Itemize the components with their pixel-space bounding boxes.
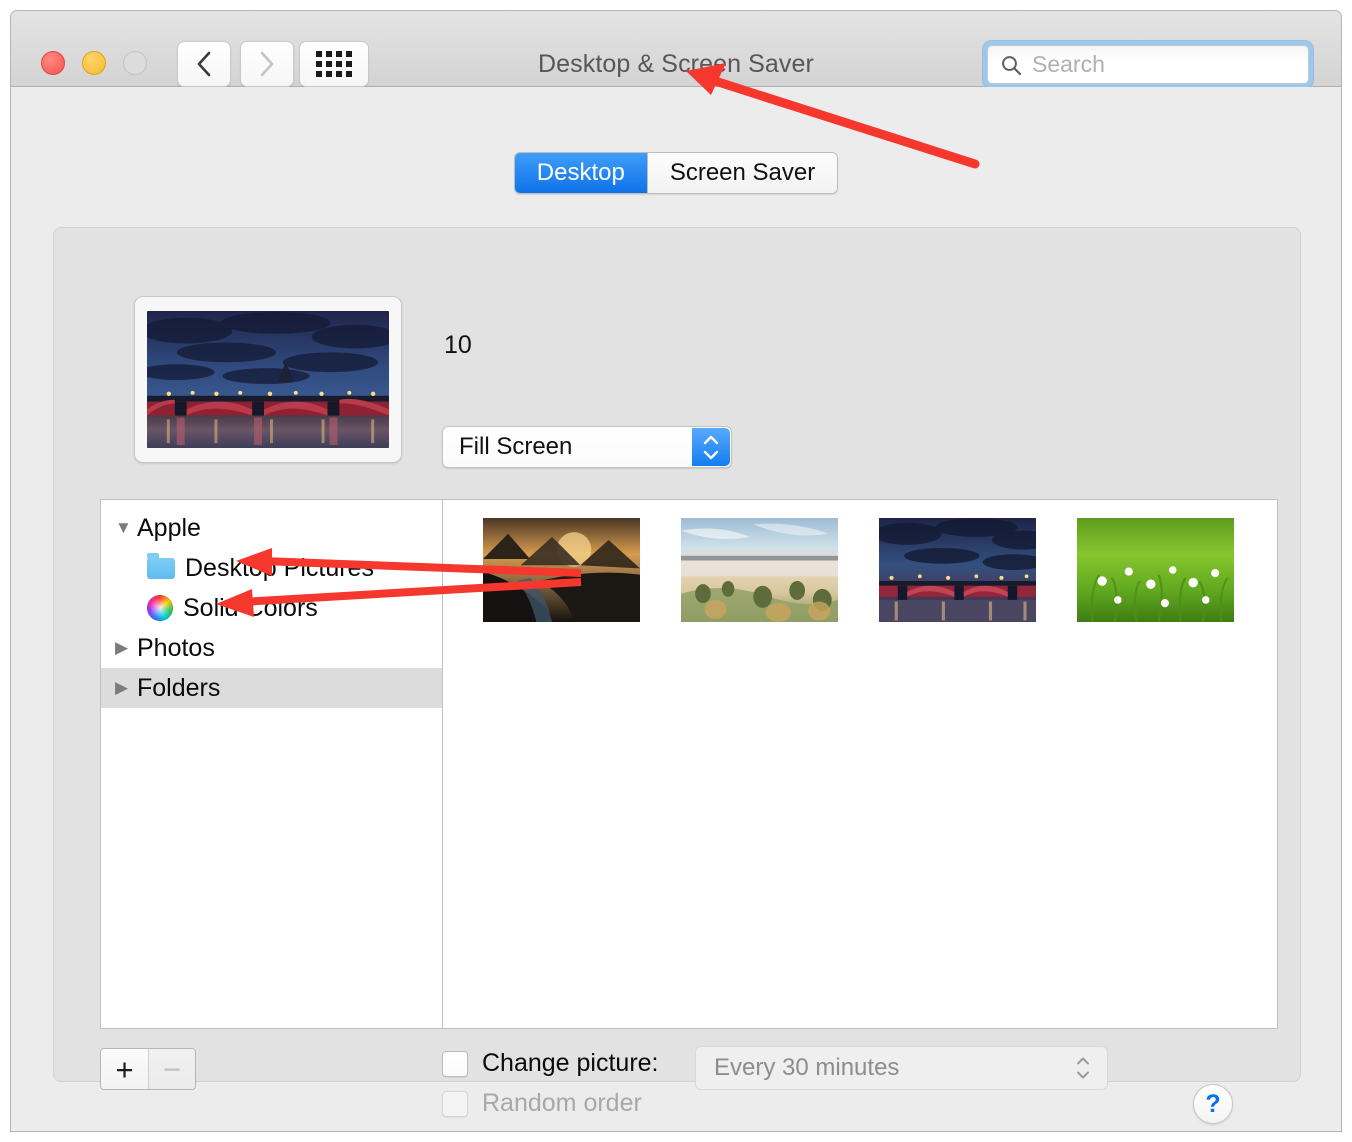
preferences-panel: 10 Fill Screen ▼ Apple Desktop Pictures …: [53, 227, 1301, 1117]
thumbnail-item[interactable]: [681, 518, 838, 622]
source-sidebar: ▼ Apple Desktop Pictures Solid Colors ▶ …: [101, 500, 443, 1028]
picture-browser: ▼ Apple Desktop Pictures Solid Colors ▶ …: [100, 499, 1278, 1029]
sidebar-item-label: Photos: [137, 633, 215, 662]
tab-desktop[interactable]: Desktop: [514, 153, 647, 193]
help-button[interactable]: ?: [1193, 1084, 1233, 1124]
system-preferences-window: Desktop & Screen Saver Search Desktop Sc…: [10, 10, 1342, 1132]
change-interval-value: Every 30 minutes: [714, 1054, 900, 1081]
stepper-up-down-icon: [1075, 1057, 1091, 1080]
misty-lake-landscape: [681, 518, 838, 622]
disclosure-triangle-expanded-icon[interactable]: ▼: [115, 518, 137, 538]
disclosure-triangle-collapsed-icon[interactable]: ▶: [115, 638, 137, 658]
remove-folder-button: −: [148, 1049, 195, 1089]
sidebar-item-desktop-pictures[interactable]: Desktop Pictures: [101, 548, 442, 588]
random-order-row: Random order: [442, 1089, 642, 1118]
night-bridge-photo: [147, 311, 389, 448]
sidebar-item-apple[interactable]: ▼ Apple: [101, 508, 442, 548]
change-interval-popup: Every 30 minutes: [695, 1046, 1108, 1090]
tab-bar: Desktop Screen Saver: [11, 152, 1341, 194]
thumbnail-item[interactable]: [483, 518, 640, 622]
tab-screen-saver[interactable]: Screen Saver: [646, 153, 838, 193]
scaling-popup-value: Fill Screen: [459, 433, 573, 460]
green-grass-flowers: [1077, 518, 1234, 622]
folder-icon: [147, 552, 175, 579]
sidebar-item-label: Folders: [137, 673, 221, 702]
search-field-wrapper[interactable]: Search: [983, 41, 1313, 88]
segmented-control: Desktop Screen Saver: [513, 152, 839, 194]
random-order-checkbox: [442, 1090, 468, 1117]
thumbnail-item[interactable]: [1077, 518, 1234, 622]
sidebar-item-folders[interactable]: ▶ Folders: [101, 668, 442, 708]
desktop-preview: [134, 296, 402, 463]
add-remove-folder-buttons: + −: [100, 1048, 196, 1090]
mountain-river-sunset: [483, 518, 640, 622]
thumbnail-grid: [443, 500, 1277, 1028]
sidebar-item-photos[interactable]: ▶ Photos: [101, 628, 442, 668]
change-picture-label: Change picture:: [482, 1049, 659, 1077]
search-placeholder: Search: [1032, 51, 1105, 77]
scaling-popup-button[interactable]: Fill Screen: [442, 426, 732, 468]
sidebar-item-label: Solid Colors: [183, 593, 318, 622]
change-picture-row: Change picture:: [442, 1049, 659, 1078]
search-input[interactable]: Search: [987, 45, 1309, 84]
color-wheel-icon: [147, 595, 173, 621]
add-folder-button[interactable]: +: [101, 1049, 148, 1089]
change-picture-checkbox[interactable]: [442, 1050, 468, 1077]
window-body: Desktop Screen Saver 10 Fill Screen ▼ Ap…: [11, 87, 1341, 1131]
stepper-up-down-icon[interactable]: [692, 428, 730, 466]
picture-name-label: 10: [444, 331, 472, 359]
disclosure-triangle-collapsed-icon[interactable]: ▶: [115, 678, 137, 698]
window-titlebar: Desktop & Screen Saver Search: [11, 11, 1341, 88]
red-bridge-night: [879, 518, 1036, 622]
sidebar-item-label: Desktop Pictures: [185, 553, 374, 582]
preview-image: [147, 311, 389, 448]
sidebar-item-label: Apple: [137, 513, 201, 542]
sidebar-item-solid-colors[interactable]: Solid Colors: [101, 588, 442, 628]
search-icon: [1002, 55, 1022, 75]
thumbnail-item[interactable]: [879, 518, 1036, 622]
random-order-label: Random order: [482, 1089, 642, 1117]
